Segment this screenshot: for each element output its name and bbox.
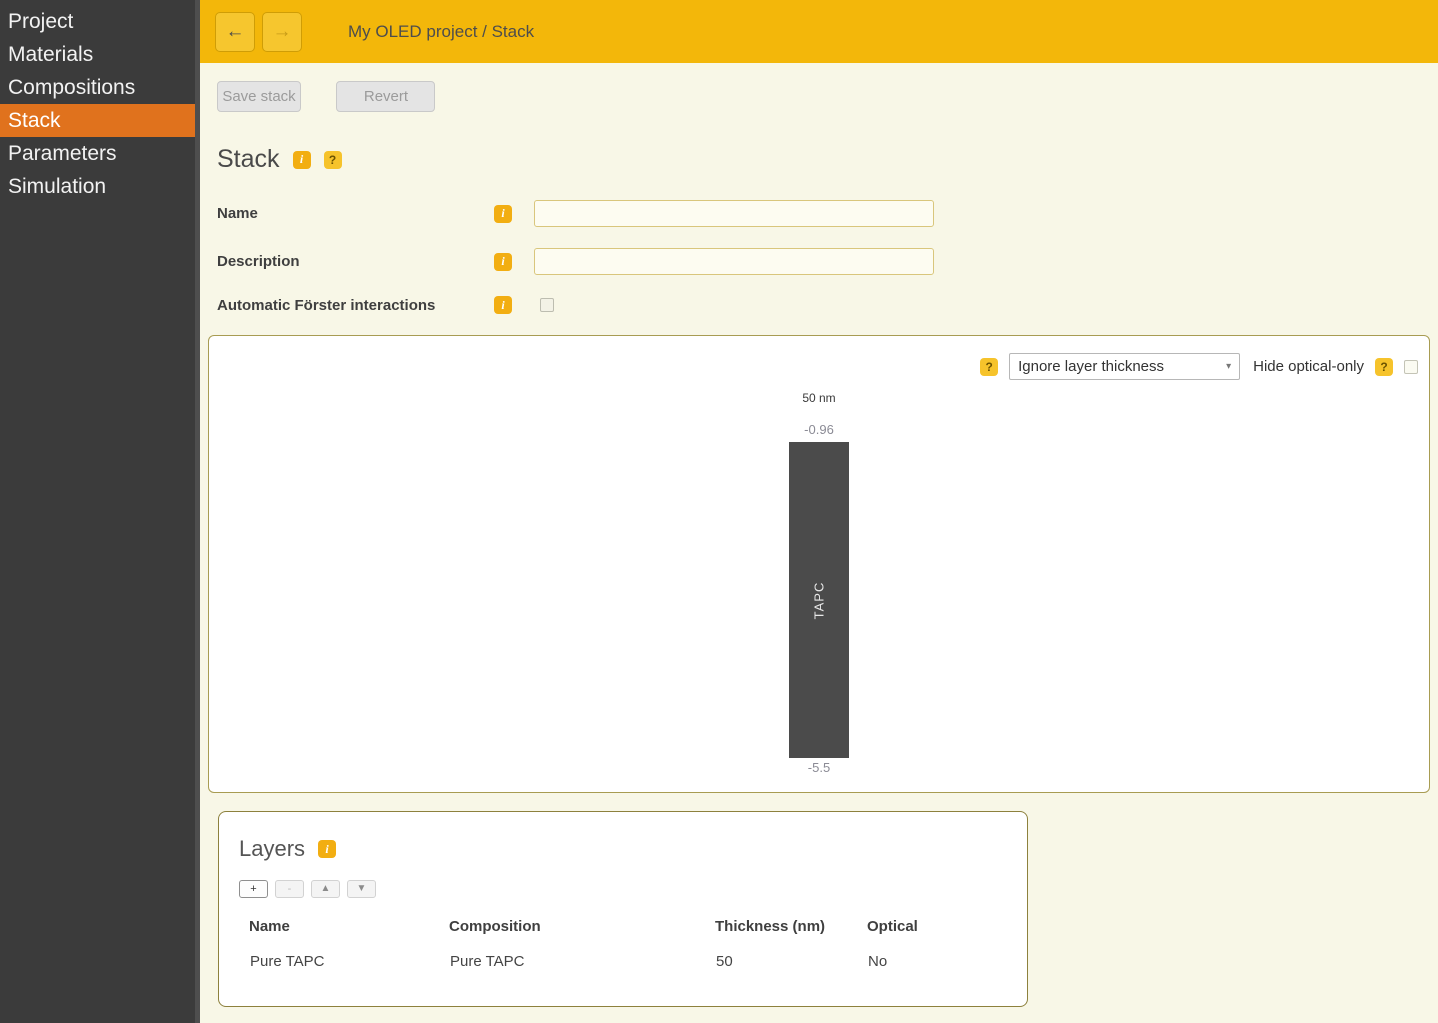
layer-thickness-cell: 50 [705,939,857,974]
column-header-optical: Optical [857,914,1007,939]
breadcrumb: My OLED project / Stack [348,22,534,42]
info-icon[interactable]: i [293,151,311,169]
remove-layer-button[interactable]: - [275,880,304,898]
column-header-thickness: Thickness (nm) [705,914,857,939]
diagram-controls: ? Ignore layer thickness ▾ Hide optical-… [980,353,1418,380]
sidebar-item-project[interactable]: Project [0,5,200,38]
save-stack-button[interactable]: Save stack [217,81,301,112]
layer-name-cell: Pure TAPC [239,939,439,974]
layer-thickness-label: 50 nm [789,391,849,405]
page-title: Stack [217,145,280,174]
name-info-icon[interactable]: i [494,205,512,223]
column-header-composition: Composition [439,914,705,939]
forster-label: Automatic Förster interactions [217,297,494,314]
layer-optical-cell: No [857,939,1007,974]
back-arrow-icon: ← [226,21,245,43]
layer-thickness-select-value: Ignore layer thickness [1018,358,1164,375]
layer-bar-tapc[interactable]: TAPC [789,442,849,758]
move-layer-up-button[interactable]: ▲ [311,880,340,898]
sidebar: Project Materials Compositions Stack Par… [0,0,200,1023]
move-layer-down-button[interactable]: ▼ [347,880,376,898]
layer-bar-label: TAPC [812,581,827,619]
revert-button[interactable]: Revert [336,81,435,112]
help-icon[interactable]: ? [324,151,342,169]
description-label: Description [217,253,494,270]
layers-toolbar: + - ▲ ▼ [239,880,1007,898]
layers-panel: Layers i + - ▲ ▼ Name Composition Thickn… [218,811,1028,1007]
name-label: Name [217,205,494,222]
content: Save stack Revert Stack i ? Name i Descr… [200,63,1438,1023]
layer-energy-top: -0.96 [789,422,849,437]
hide-optical-help-icon[interactable]: ? [1375,358,1393,376]
back-button[interactable]: ← [215,12,255,52]
description-row: Description i [217,248,1430,275]
layer-composition-cell: Pure TAPC [439,939,705,974]
sidebar-item-simulation[interactable]: Simulation [0,170,200,203]
sidebar-item-compositions[interactable]: Compositions [0,71,200,104]
column-header-name: Name [239,914,439,939]
layer-thickness-select[interactable]: Ignore layer thickness ▾ [1009,353,1240,380]
layers-table: Name Composition Thickness (nm) Optical … [239,914,1007,974]
sidebar-item-parameters[interactable]: Parameters [0,137,200,170]
stack-heading-row: Stack i ? [217,145,1430,174]
thickness-help-icon[interactable]: ? [980,358,998,376]
description-input[interactable] [534,248,934,275]
name-row: Name i [217,200,1430,227]
chevron-down-icon: ▾ [1226,361,1231,372]
name-input[interactable] [534,200,934,227]
layers-title-row: Layers i [239,836,1007,862]
sidebar-item-materials[interactable]: Materials [0,38,200,71]
layer-energy-bottom: -5.5 [789,760,849,775]
add-layer-button[interactable]: + [239,880,268,898]
forster-row: Automatic Förster interactions i [217,296,1430,314]
stack-toolbar: Save stack Revert [217,81,1430,112]
stack-form: Name i Description i Automatic Förster i… [217,200,1430,314]
layers-title: Layers [239,836,305,862]
table-row[interactable]: Pure TAPC Pure TAPC 50 No [239,939,1007,974]
forster-info-icon[interactable]: i [494,296,512,314]
stack-diagram-panel: ? Ignore layer thickness ▾ Hide optical-… [208,335,1430,793]
main-area: ← → My OLED project / Stack Save stack R… [200,0,1438,1023]
top-bar: ← → My OLED project / Stack [200,0,1438,63]
sidebar-item-stack[interactable]: Stack [0,104,200,137]
layers-table-header-row: Name Composition Thickness (nm) Optical [239,914,1007,939]
hide-optical-label: Hide optical-only [1253,358,1364,375]
description-info-icon[interactable]: i [494,253,512,271]
forster-checkbox[interactable] [540,298,554,312]
hide-optical-checkbox[interactable] [1404,360,1418,374]
forward-arrow-icon: → [273,21,292,43]
layers-info-icon[interactable]: i [318,840,336,858]
forward-button[interactable]: → [262,12,302,52]
